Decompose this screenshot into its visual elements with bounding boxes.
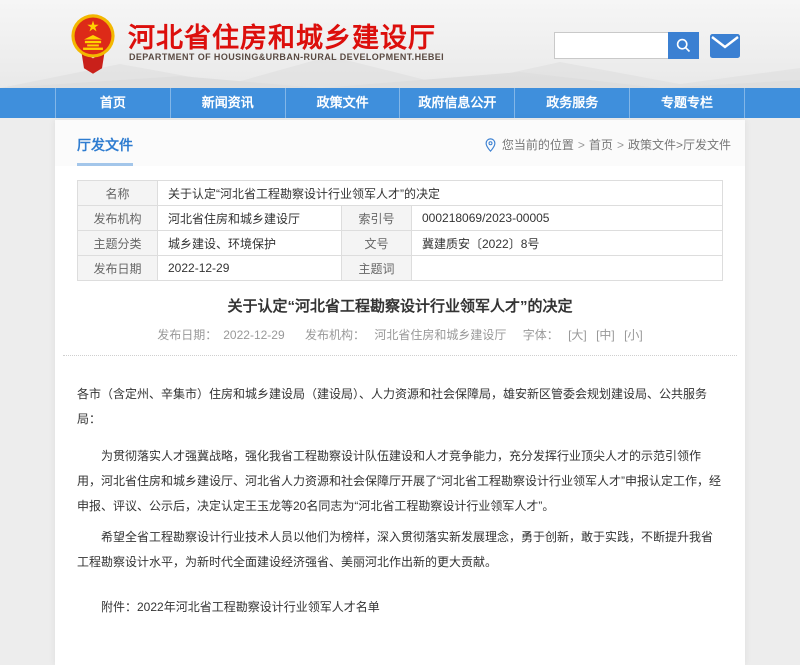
doc-date-label: 发布日期 [78, 256, 158, 281]
table-row: 发布日期 2022-12-29 主题词 [78, 256, 723, 281]
table-row: 主题分类 城乡建设、环境保护 文号 冀建质安〔2022〕8号 [78, 231, 723, 256]
breadcrumb-separator: > [578, 138, 585, 152]
breadcrumb: 您当前的位置 > 首页 > 政策文件 > 厅发文件 [485, 136, 731, 153]
doc-index-value: 000218069/2023-00005 [412, 206, 723, 231]
breadcrumb-separator: > [676, 138, 683, 152]
site-header: 河北省住房和城乡建设厅 DEPARTMENT OF HOUSING&URBAN-… [0, 0, 800, 88]
search-area [554, 32, 740, 59]
site-title: 河北省住房和城乡建设厅 [128, 16, 436, 55]
doc-name-label: 名称 [78, 181, 158, 206]
article-title: 关于认定“河北省工程勘察设计行业领军人才”的决定 [55, 295, 745, 316]
search-icon [676, 38, 691, 53]
nav-item-services[interactable]: 政务服务 [515, 88, 630, 118]
doc-index-label: 索引号 [342, 206, 412, 231]
nav-item-gov-info[interactable]: 政府信息公开 [400, 88, 515, 118]
doc-agency-label: 发布机构 [78, 206, 158, 231]
national-emblem-icon[interactable] [66, 13, 120, 75]
nav-item-policy[interactable]: 政策文件 [286, 88, 401, 118]
site-subtitle: DEPARTMENT OF HOUSING&URBAN-RURAL DEVELO… [129, 52, 444, 62]
paragraph-attachment: 附件：2022年河北省工程勘察设计行业领军人才名单 [77, 595, 723, 620]
meta-agency-label: 发布机构： [305, 328, 365, 342]
doc-category-label: 主题分类 [78, 231, 158, 256]
paragraph-1: 为贯彻落实人才强冀战略，强化我省工程勘察设计队伍建设和人才竞争能力，充分发挥行业… [77, 444, 723, 519]
doc-keyword-value [412, 256, 723, 281]
search-input[interactable] [554, 32, 668, 59]
breadcrumb-home[interactable]: 首页 [589, 136, 613, 153]
paragraph-salutation: 各市（含定州、辛集市）住房和城乡建设局（建设局）、人力资源和社会保障局，雄安新区… [77, 382, 723, 432]
table-row: 发布机构 河北省住房和城乡建设厅 索引号 000218069/2023-0000… [78, 206, 723, 231]
doc-number-value: 冀建质安〔2022〕8号 [412, 231, 723, 256]
nav-item-news[interactable]: 新闻资讯 [171, 88, 286, 118]
article-body: 各市（含定州、辛集市）住房和城乡建设局（建设局）、人力资源和社会保障局，雄安新区… [55, 356, 745, 665]
search-button[interactable] [668, 32, 699, 59]
main-nav: 首页 新闻资讯 政策文件 政府信息公开 政务服务 专题专栏 [0, 88, 800, 118]
section-underline [77, 163, 133, 166]
doc-number-label: 文号 [342, 231, 412, 256]
location-pin-icon [485, 138, 496, 152]
table-row: 名称 关于认定“河北省工程勘察设计行业领军人才”的决定 [78, 181, 723, 206]
meta-date-label: 发布日期： [157, 328, 217, 342]
article-meta: 发布日期： 2022-12-29 发布机构： 河北省住房和城乡建设厅 字体： [大… [55, 326, 745, 343]
font-size-small-button[interactable]: [小] [624, 328, 643, 342]
nav-item-home[interactable]: 首页 [55, 88, 171, 118]
doc-keyword-label: 主题词 [342, 256, 412, 281]
meta-font-label: 字体： [523, 328, 559, 342]
doc-date-value: 2022-12-29 [158, 256, 342, 281]
doc-category-value: 城乡建设、环境保护 [158, 231, 342, 256]
panel-header: 厅发文件 您当前的位置 > 首页 > 政策文件 > 厅发文件 [55, 120, 745, 166]
content-panel: 厅发文件 您当前的位置 > 首页 > 政策文件 > 厅发文件 名称 关于认定“河… [55, 120, 745, 665]
breadcrumb-location-label: 您当前的位置 [502, 136, 574, 153]
font-size-large-button[interactable]: [大] [568, 328, 587, 342]
doc-name-value: 关于认定“河北省工程勘察设计行业领军人才”的决定 [158, 181, 723, 206]
document-info-table: 名称 关于认定“河北省工程勘察设计行业领军人才”的决定 发布机构 河北省住房和城… [77, 180, 723, 281]
doc-agency-value: 河北省住房和城乡建设厅 [158, 206, 342, 231]
font-size-medium-button[interactable]: [中] [596, 328, 615, 342]
nav-item-special[interactable]: 专题专栏 [630, 88, 745, 118]
mail-icon[interactable] [710, 34, 740, 58]
paragraph-2: 希望全省工程勘察设计行业技术人员以他们为榜样，深入贯彻落实新发展理念，勇于创新，… [77, 525, 723, 575]
breadcrumb-separator: > [617, 138, 624, 152]
breadcrumb-policy[interactable]: 政策文件 [628, 136, 676, 153]
meta-date-value: 2022-12-29 [223, 328, 284, 342]
meta-agency-value: 河北省住房和城乡建设厅 [374, 328, 506, 342]
section-title[interactable]: 厅发文件 [77, 135, 133, 155]
breadcrumb-current[interactable]: 厅发文件 [683, 136, 731, 153]
